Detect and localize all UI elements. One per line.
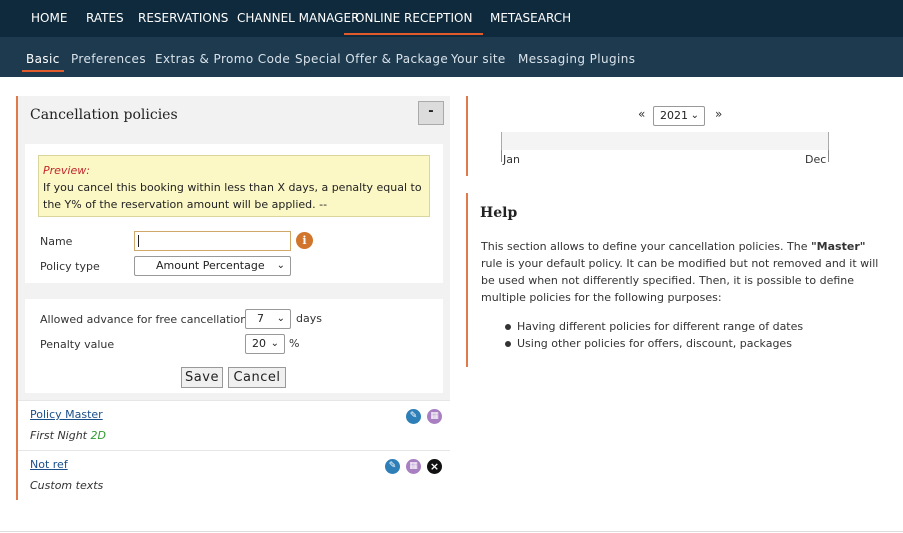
help-bullets: Having different policies for different … (505, 318, 803, 352)
subnav-extras-promo[interactable]: Extras & Promo Code (155, 37, 290, 77)
subnav-messaging-plugins[interactable]: Messaging Plugins (518, 37, 635, 77)
advance-label: Allowed advance for free cancellation (40, 313, 248, 326)
policy-link[interactable]: Not ref (30, 458, 68, 471)
nav-home[interactable]: HOME (31, 0, 67, 37)
year-timeline[interactable] (501, 132, 829, 150)
penalty-form: Allowed advance for free cancellation 7 … (25, 299, 443, 393)
prev-year-button[interactable]: « (638, 107, 645, 121)
calendar-icon[interactable]: ▦ (427, 409, 442, 424)
penalty-value: 20 (252, 337, 266, 350)
timeline-start-tick (501, 150, 502, 162)
help-text-bold: "Master" (810, 240, 866, 253)
info-icon[interactable]: i (296, 232, 313, 249)
subnav-special-offer[interactable]: Special Offer & Package (295, 37, 448, 77)
footer-divider (0, 531, 903, 532)
subnav-your-site[interactable]: Your site (451, 37, 506, 77)
nav-reservations[interactable]: RESERVATIONS (138, 0, 228, 37)
preview-label: Preview: (43, 164, 90, 177)
collapse-button[interactable]: - (418, 101, 444, 125)
nav-online-reception[interactable]: ONLINE RECEPTION (344, 0, 484, 35)
advance-select[interactable]: 7 ⌄ (245, 309, 291, 329)
calendar-icon[interactable]: ▦ (406, 459, 421, 474)
penalty-unit: % (289, 337, 300, 350)
preview-box: Preview: If you cancel this booking with… (38, 155, 430, 217)
help-text-part: This section allows to define your cance… (481, 240, 811, 253)
subnav-preferences[interactable]: Preferences (71, 37, 146, 77)
policy-sub-text: First Night (30, 429, 87, 442)
policy-type-value: Amount Percentage (156, 259, 265, 272)
list-item: Not ref Custom texts ✎ ▦ × (18, 450, 450, 500)
name-field[interactable] (134, 231, 291, 251)
help-accent-bar (466, 193, 468, 367)
save-button[interactable]: Save (181, 367, 223, 388)
policy-subtitle: First Night 2D (30, 429, 106, 442)
help-bullet: Having different policies for different … (505, 318, 803, 335)
nav-rates[interactable]: RATES (86, 0, 124, 37)
delete-icon[interactable]: × (427, 459, 442, 474)
cancellation-panel: Cancellation policies - Preview: If you … (16, 96, 450, 500)
advance-value: 7 (257, 312, 264, 325)
help-title: Help (480, 205, 518, 221)
policy-sub-highlight: 2D (90, 429, 106, 442)
list-item: Policy Master First Night 2D ✎ ▦ (18, 400, 450, 450)
year-select[interactable]: 2021 ⌄ (653, 106, 705, 126)
month-end-label: Dec (805, 153, 827, 166)
policy-link[interactable]: Policy Master (30, 408, 103, 421)
policy-sub-text: Custom texts (30, 479, 104, 492)
preview-text: If you cancel this booking within less t… (43, 181, 422, 211)
help-bullet: Using other policies for offers, discoun… (505, 335, 803, 352)
month-start-label: Jan (503, 153, 520, 166)
help-text: This section allows to define your cance… (481, 238, 886, 306)
policy-form: Preview: If you cancel this booking with… (25, 144, 443, 283)
top-nav: HOME RATES RESERVATIONS CHANNEL MANAGER … (0, 0, 903, 37)
chevron-down-icon: ⌄ (690, 110, 699, 121)
chevron-down-icon: ⌄ (276, 313, 285, 324)
sub-nav: Basic Preferences Extras & Promo Code Sp… (0, 37, 903, 77)
next-year-button[interactable]: » (715, 107, 722, 121)
help-text-part: rule is your default policy. It can be m… (481, 257, 879, 304)
timeline-end-tick (828, 150, 829, 162)
calendar-accent-bar (466, 96, 468, 176)
advance-unit: days (296, 312, 322, 325)
edit-icon[interactable]: ✎ (406, 409, 421, 424)
nav-metasearch[interactable]: METASEARCH (490, 0, 571, 37)
year-value: 2021 (660, 109, 688, 122)
policy-subtitle: Custom texts (30, 479, 103, 492)
edit-icon[interactable]: ✎ (385, 459, 400, 474)
chevron-down-icon: ⌄ (270, 338, 279, 349)
nav-channel-manager[interactable]: CHANNEL MANAGER (237, 0, 359, 37)
penalty-label: Penalty value (40, 338, 115, 351)
active-tab-indicator (22, 70, 64, 72)
policy-type-label: Policy type (40, 260, 100, 273)
panel-title: Cancellation policies (30, 107, 178, 123)
policy-type-select[interactable]: Amount Percentage ⌄ (134, 256, 291, 276)
cancel-button[interactable]: Cancel (228, 367, 286, 388)
name-label: Name (40, 235, 73, 248)
penalty-select[interactable]: 20 ⌄ (245, 334, 285, 354)
chevron-down-icon: ⌄ (276, 260, 285, 271)
text-caret (138, 235, 139, 247)
